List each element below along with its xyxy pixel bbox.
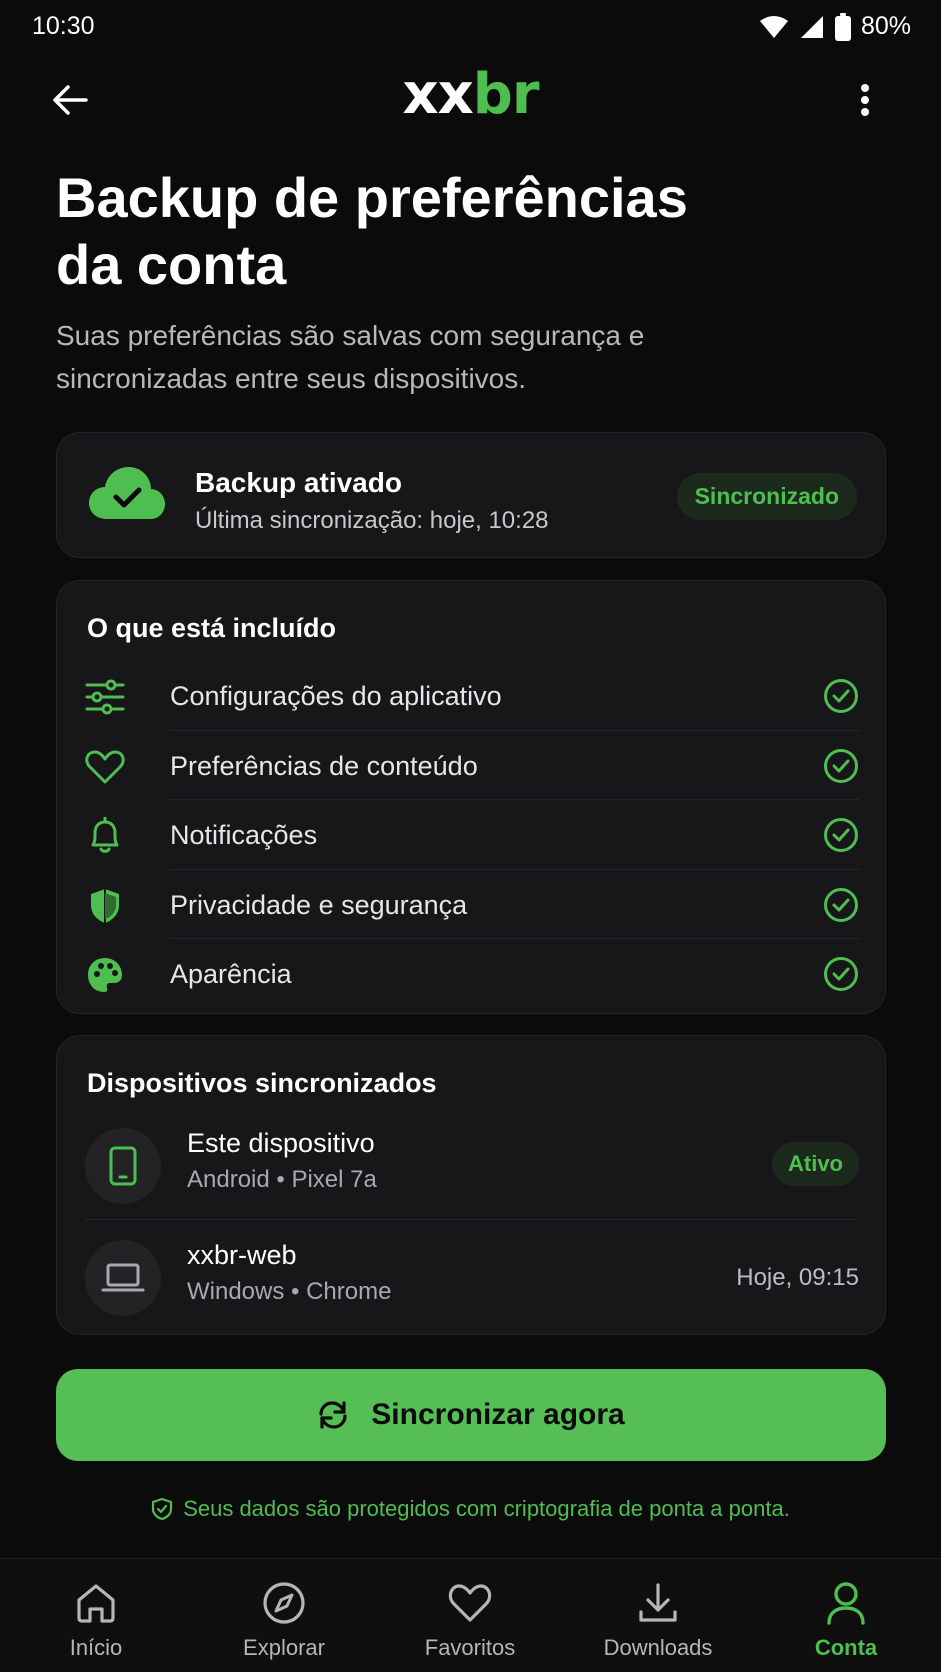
device-meta: Android • Pixel 7a [187,1166,377,1193]
sync-now-label: Sincronizar agora [371,1398,625,1431]
nav-label: Conta [814,1635,878,1660]
shield-check-icon [152,1497,173,1521]
page-subtitle: Suas preferências são salvas com seguran… [56,314,816,400]
included-item-privacy: Privacidade e segurança [57,870,887,939]
included-list: Configurações do aplicativo Preferências… [57,661,887,1009]
battery-icon [834,12,851,41]
check-circle-icon [824,679,858,713]
nav-label: Favoritos [424,1635,516,1660]
more-options-button[interactable] [845,76,885,124]
included-item-label: Privacidade e segurança [170,889,468,920]
app-logo: xxbr [0,62,941,127]
nav-item-favoritos[interactable]: Favoritos [376,1559,564,1672]
device-status-badge: Ativo [772,1142,859,1186]
device-row-this[interactable]: Este dispositivo Android • Pixel 7a Ativ… [57,1108,887,1218]
status-time: 10:30 [32,12,95,40]
refresh-icon [319,1401,347,1429]
check-circle-icon [824,748,858,783]
devices-title: Dispositivos sincronizados [87,1068,437,1098]
sync-now-button[interactable]: Sincronizar agora [56,1369,886,1461]
device-meta: Windows • Chrome [187,1278,392,1305]
more-vertical-icon [861,84,869,116]
device-last-seen: Hoje, 09:15 [736,1264,859,1291]
included-item-label: Notificações [170,820,318,850]
synced-devices-card: Dispositivos sincronizados Este disposit… [56,1035,886,1335]
page-title-line-1: Backup de preferências [56,166,688,229]
device-avatar [85,1240,161,1316]
page-title: Backup de preferências da conta [56,164,816,298]
download-icon [639,1583,677,1622]
included-item-appearance: Aparência [57,939,887,1009]
included-card: O que está incluído Configurações do apl… [56,580,886,1014]
page-title-line-2: da conta [56,233,287,296]
backup-status-card: Backup ativado Última sincronização: hoj… [56,432,886,558]
nav-item-explorar[interactable]: Explorar [190,1559,378,1672]
backup-title: Backup ativado [195,467,402,498]
page-subtitle-line-1: Suas preferências são salvas com seguran… [56,320,645,351]
nav-item-downloads[interactable]: Downloads [564,1559,752,1672]
heart-icon [448,1584,492,1622]
phone-icon [109,1146,137,1186]
bottom-navigation: Início Explorar Favoritos Downloads Cont… [0,1558,941,1672]
logo-part-2: br [472,62,540,127]
cloud-check-icon [89,467,165,519]
included-item-notifications: Notificações [57,800,887,870]
check-circle-icon [824,818,858,852]
nav-label: Explorar [243,1635,325,1660]
check-circle-icon [824,957,858,991]
signal-icon [800,15,823,38]
status-badge: Sincronizado [676,473,857,520]
home-icon [77,1584,115,1623]
heart-icon [85,747,125,787]
palette-icon [85,955,125,995]
included-item-label: Aparência [170,959,292,989]
nav-label: Início [69,1635,123,1660]
page-subtitle-line-2: sincronizadas entre seus dispositivos. [56,363,527,394]
bell-icon [85,816,125,856]
included-item-label: Configurações do aplicativo [170,681,502,711]
laptop-icon [101,1263,145,1292]
included-item-label: Preferências de conteúdo [170,750,478,781]
sliders-icon [85,677,125,717]
battery-level: 80% [860,12,911,40]
device-name: Este dispositivo [187,1128,375,1158]
device-name: xxbr-web [187,1240,297,1270]
included-title: O que está incluído [87,613,337,643]
encryption-note-text: Seus dados são protegidos com criptograf… [183,1496,790,1521]
nav-item-inicio[interactable]: Início [2,1559,190,1672]
wifi-icon [759,15,788,38]
logo-part-1: xx [402,62,474,127]
last-sync-text: Última sincronização: hoje, 10:28 [195,507,549,534]
check-circle-icon [824,887,858,922]
encryption-note: Seus dados são protegidos com criptograf… [0,1496,941,1522]
nav-label: Downloads [603,1635,713,1660]
status-icons: 80% [759,12,911,41]
included-item-content-prefs: Preferências de conteúdo [57,731,887,800]
compass-icon [263,1582,305,1624]
device-avatar [85,1128,161,1204]
user-icon [827,1582,865,1625]
included-item-app-settings: Configurações do aplicativo [57,661,887,731]
shield-icon [85,886,125,926]
device-row-web[interactable]: xxbr-web Windows • Chrome Hoje, 09:15 [57,1220,887,1330]
nav-item-conta[interactable]: Conta [752,1559,940,1672]
